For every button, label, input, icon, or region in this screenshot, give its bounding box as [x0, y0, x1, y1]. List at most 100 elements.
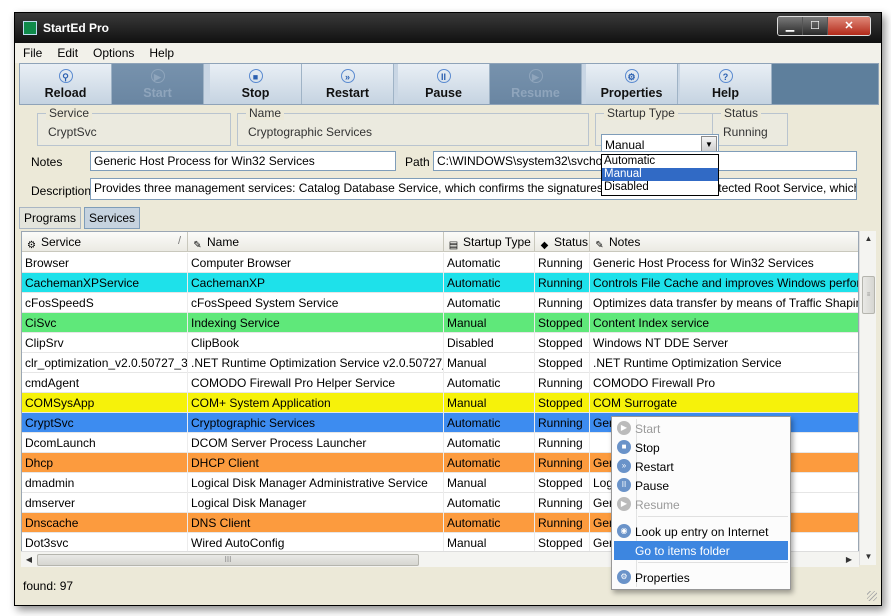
menu-help[interactable]: Help: [141, 43, 181, 63]
cell-service: Dnscache: [22, 513, 188, 533]
column-header-startup-type[interactable]: ▤ Startup Type: [444, 232, 535, 252]
stop-button-label: Stop: [241, 86, 270, 100]
pause-button[interactable]: II Pause: [398, 64, 490, 104]
context-item-stop[interactable]: ■ Stop: [614, 438, 788, 457]
context-item-properties[interactable]: ⚙ Properties: [614, 568, 788, 587]
cell-startup: Manual: [444, 313, 535, 333]
cell-startup: Disabled: [444, 333, 535, 353]
cell-name: Wired AutoConfig: [188, 533, 444, 553]
cell-service: dmadmin: [22, 473, 188, 493]
cell-service: CachemanXPService: [22, 273, 188, 293]
cell-status: Stopped: [535, 393, 590, 413]
globe-icon: ◉: [617, 524, 631, 538]
vertical-scrollbar[interactable]: ▲ ≡ ▼: [859, 231, 876, 565]
notes-field[interactable]: Generic Host Process for Win32 Services: [90, 151, 396, 171]
description-field[interactable]: Provides three management services: Cata…: [90, 178, 857, 200]
scroll-right-arrow-icon[interactable]: ▶: [841, 552, 857, 568]
menu-options[interactable]: Options: [85, 43, 141, 63]
cell-name: COM+ System Application: [188, 393, 444, 413]
context-item-go-to-items-folder[interactable]: Go to items folder: [614, 541, 788, 560]
scroll-down-arrow-icon[interactable]: ▼: [860, 549, 877, 565]
tab-services[interactable]: Services: [84, 207, 141, 229]
window-icon: ▤: [448, 240, 459, 251]
cell-notes: .NET Runtime Optimization Service: [590, 353, 858, 373]
cell-name: .NET Runtime Optimization Service v2.0.5…: [188, 353, 444, 373]
minimize-button[interactable]: ▁: [778, 17, 803, 35]
startup-option-automatic[interactable]: Automatic: [602, 155, 718, 168]
path-label: Path: [405, 155, 430, 169]
title-bar[interactable]: StartEd Pro ▁ ☐ ✕: [15, 13, 881, 43]
table-row[interactable]: CiSvc Indexing Service Manual Stopped Conten…: [22, 313, 858, 333]
context-item-restart[interactable]: » Restart: [614, 457, 788, 476]
context-item-resume[interactable]: ▶ Resume: [614, 495, 788, 514]
column-header-service[interactable]: ⚙ Service /: [22, 232, 188, 252]
cell-notes: COM Surrogate: [590, 393, 858, 413]
scroll-up-arrow-icon[interactable]: ▲: [860, 231, 877, 247]
column-header-name[interactable]: ✎ Name: [188, 232, 444, 252]
maximize-button[interactable]: ☐: [803, 17, 828, 35]
context-item-look-up-entry-on-internet[interactable]: ◉ Look up entry on Internet: [614, 522, 788, 541]
cell-status: Stopped: [535, 353, 590, 373]
status-icon: ◆: [540, 240, 549, 251]
stop-icon: ■: [248, 69, 263, 83]
status-legend: Status: [721, 106, 762, 120]
pause-icon: II: [436, 69, 451, 83]
resume-icon: ▶: [528, 69, 543, 83]
table-row[interactable]: ClipSrv ClipBook Disabled Stopped Windows NT…: [22, 333, 858, 353]
startup-option-manual[interactable]: Manual: [602, 168, 718, 181]
window-controls: ▁ ☐ ✕: [777, 16, 871, 36]
column-header-notes[interactable]: ✎ Notes: [590, 232, 858, 252]
tab-programs[interactable]: Programs: [19, 207, 82, 229]
context-item-pause[interactable]: II Pause: [614, 476, 788, 495]
cell-startup: Manual: [444, 473, 535, 493]
scroll-left-arrow-icon[interactable]: ◀: [21, 552, 37, 568]
close-button[interactable]: ✕: [828, 17, 870, 35]
cell-notes: Content Index service: [590, 313, 858, 333]
table-row[interactable]: CachemanXPService CachemanXP Automatic Runn…: [22, 273, 858, 293]
menu-edit[interactable]: Edit: [49, 43, 85, 63]
table-row[interactable]: cmdAgent COMODO Firewall Pro Helper Servi…: [22, 373, 858, 393]
pause-icon: II: [617, 478, 631, 492]
cell-service: dmserver: [22, 493, 188, 513]
chevron-down-icon[interactable]: ▼: [701, 136, 717, 152]
table-row[interactable]: COMSysApp COM+ System Application Manual St…: [22, 393, 858, 413]
pause-button-label: Pause: [425, 86, 462, 100]
tab-bar: Programs Services: [19, 207, 143, 229]
cell-service: CiSvc: [22, 313, 188, 333]
table-row[interactable]: clr_optimization_v2.0.50727_32 .NET Runti…: [22, 353, 858, 373]
properties-button-label: Properties: [600, 86, 663, 100]
restart-icon: »: [617, 459, 631, 473]
toolbar: ⚲ Reload ▶ Start ■ Stop » Restart II Pause ▶ Resume…: [19, 63, 879, 105]
play-icon: ▶: [150, 69, 165, 83]
horizontal-scroll-thumb[interactable]: III: [37, 554, 419, 566]
help-icon: ?: [718, 69, 733, 83]
start-button[interactable]: ▶ Start: [112, 64, 204, 104]
cell-name: DCOM Server Process Launcher: [188, 433, 444, 453]
table-row[interactable]: Browser Computer Browser Automatic Running G…: [22, 253, 858, 273]
reload-button-label: Reload: [44, 86, 87, 100]
table-header: ⚙ Service / ✎ Name ▤ Startup Type ◆ Status ✎ Notes: [22, 232, 858, 252]
startup-type-dropdown: Automatic Manual Disabled: [601, 154, 719, 196]
column-header-label: Service: [41, 235, 82, 249]
context-item-label: Resume: [635, 498, 680, 512]
properties-button[interactable]: ⚙ Properties: [586, 64, 678, 104]
vertical-scroll-thumb[interactable]: ≡: [862, 276, 875, 314]
menu-file[interactable]: File: [15, 43, 49, 63]
cell-name: COMODO Firewall Pro Helper Service: [188, 373, 444, 393]
resize-grip-icon[interactable]: [867, 591, 877, 601]
cell-name: DHCP Client: [188, 453, 444, 473]
menu-bar: File Edit Options Help: [15, 43, 881, 63]
cell-service: ClipSrv: [22, 333, 188, 353]
reload-button[interactable]: ⚲ Reload: [20, 64, 112, 104]
help-button[interactable]: ? Help: [680, 64, 772, 104]
cell-name: Indexing Service: [188, 313, 444, 333]
startup-option-disabled[interactable]: Disabled: [602, 181, 718, 194]
stop-button[interactable]: ■ Stop: [210, 64, 302, 104]
cell-startup: Manual: [444, 533, 535, 553]
restart-button[interactable]: » Restart: [302, 64, 394, 104]
cell-name: Logical Disk Manager Administrative Serv…: [188, 473, 444, 493]
table-row[interactable]: cFosSpeedS cFosSpeed System Service Automa…: [22, 293, 858, 313]
resume-button[interactable]: ▶ Resume: [490, 64, 582, 104]
column-header-status[interactable]: ◆ Status: [535, 232, 590, 252]
context-item-start[interactable]: ▶ Start: [614, 419, 788, 438]
